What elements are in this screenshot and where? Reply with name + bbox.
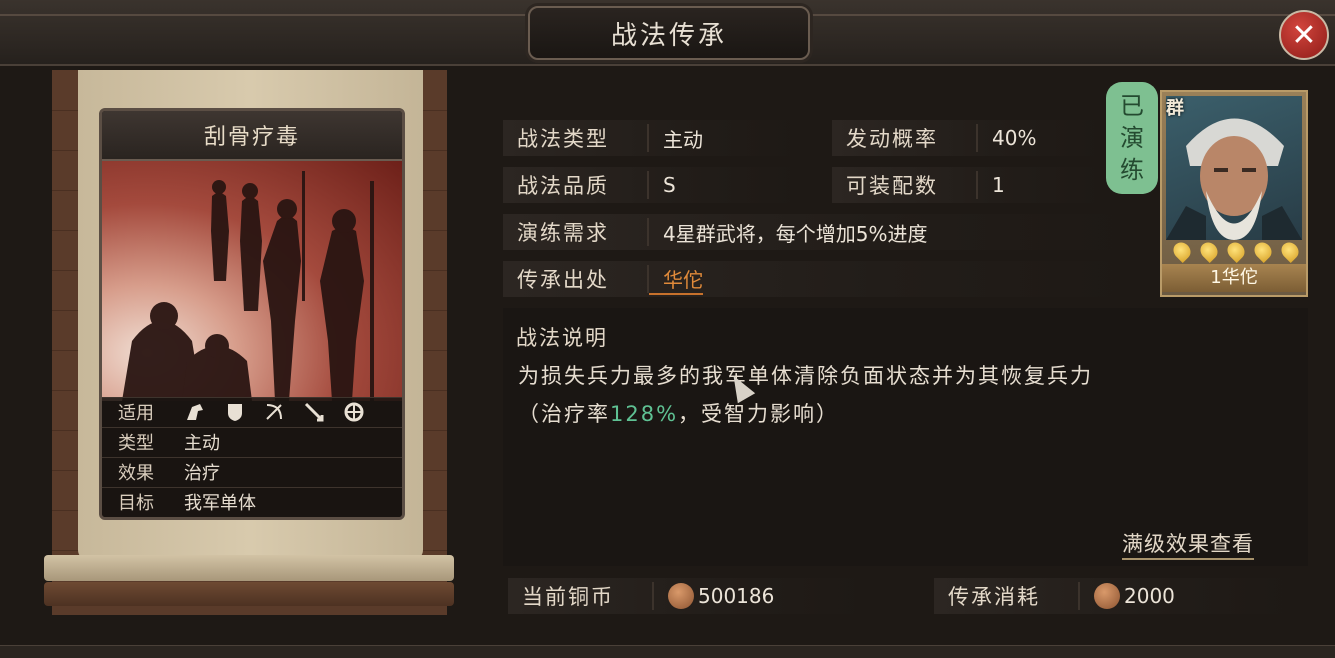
field-trigger-chance: 发动概率 40%: [832, 120, 1102, 156]
faction-badge: 群: [1166, 98, 1184, 119]
field-value: 主动: [663, 127, 703, 152]
bottom-bar: [0, 645, 1335, 658]
description-text-segment: （治疗率: [518, 402, 610, 426]
info-value: 治疗: [184, 463, 220, 484]
spear-icon: [305, 402, 324, 422]
inherit-cost-value: 2000: [1124, 584, 1175, 608]
description-line: 为损失兵力最多的我军单体清除负面状态并为其恢复兵力: [518, 364, 1093, 388]
description-text: 为损失兵力最多的我军单体清除负面状态并为其恢复兵力 （治疗率128%，受智力影响…: [518, 357, 1278, 433]
scroll-rod: [44, 582, 454, 606]
field-skill-type: 战法类型 主动: [503, 120, 798, 156]
field-value: 40%: [992, 126, 1037, 150]
field-label: 战法类型: [517, 127, 609, 151]
field-inherit-source: 传承出处 华佗: [503, 261, 1128, 297]
info-row-type: 类型 主动: [102, 427, 402, 456]
skill-card: 刮骨疗毒 适用 类型 主动 效果 治疗 目标 我军单体: [99, 108, 405, 520]
hero-name: 1华佗: [1162, 264, 1306, 292]
field-label: 传承出处: [517, 268, 609, 292]
card-info-table: 适用 类型 主动 效果 治疗 目标 我军单体: [102, 397, 402, 517]
info-key: 效果: [118, 463, 154, 484]
info-row-target: 目标 我军单体: [102, 487, 402, 516]
hero-face-image: [1166, 118, 1302, 240]
info-key: 类型: [118, 433, 154, 454]
skill-name: 刮骨疗毒: [203, 125, 300, 150]
scroll-bottom-edge: [44, 555, 454, 581]
star-icon: [1196, 238, 1222, 264]
copper-coin-icon: [1094, 583, 1120, 609]
field-skill-quality: 战法品质 S: [503, 167, 798, 203]
stamp-char: 演: [1120, 124, 1144, 152]
field-label: 传承消耗: [948, 585, 1040, 609]
info-value: 我军单体: [184, 493, 256, 514]
inherit-cost-field: 传承消耗 2000: [934, 578, 1291, 614]
heal-rate-value: 128%: [610, 402, 679, 426]
star-icon: [1169, 238, 1195, 264]
description-title: 战法说明: [516, 326, 608, 350]
copper-coin-icon: [668, 583, 694, 609]
field-label: 战法品质: [517, 174, 609, 198]
star-icon: [1223, 238, 1249, 264]
star-icon: [1277, 238, 1303, 264]
soldiers-silhouette-image: [122, 171, 374, 401]
field-value: S: [663, 173, 676, 197]
field-divider: [1078, 582, 1080, 610]
window-title: 战法传承: [610, 20, 727, 51]
field-equip-count: 可装配数 1: [832, 167, 1102, 203]
info-key: 目标: [118, 493, 154, 514]
hero-portrait-card[interactable]: 群 1华佗: [1160, 90, 1308, 297]
stamp-char: 练: [1120, 156, 1144, 184]
field-label: 发动概率: [846, 127, 938, 151]
stamp-char: 已: [1120, 92, 1144, 120]
field-label: 可装配数: [846, 174, 938, 198]
info-key: 适用: [118, 403, 154, 424]
field-divider: [652, 582, 654, 610]
info-row-applicable: 适用: [102, 397, 402, 426]
practiced-stamp: 已 演 练: [1106, 82, 1158, 194]
description-text-segment: ，受智力影响）: [678, 402, 840, 426]
current-coins-field: 当前铜币 500186: [508, 578, 865, 614]
field-practice-requirement: 演练需求 4星群武将，每个增加5%进度: [503, 214, 1128, 250]
cavalry-icon: [187, 404, 203, 420]
current-coins-value: 500186: [698, 584, 775, 608]
close-icon: ✕: [1291, 17, 1317, 53]
field-label: 演练需求: [517, 221, 609, 245]
info-row-effect: 效果 治疗: [102, 457, 402, 486]
description-line: （治疗率128%，受智力影响）: [518, 395, 1278, 433]
bow-icon: [266, 404, 283, 420]
info-value: 主动: [184, 433, 220, 454]
field-value: 1: [992, 173, 1005, 197]
hero-portrait-image: [1166, 96, 1302, 240]
close-button[interactable]: ✕: [1279, 10, 1329, 60]
field-value: 4星群武将，每个增加5%进度: [663, 221, 928, 246]
title-plate: 战法传承: [528, 6, 810, 60]
source-hero-link[interactable]: 华佗: [649, 264, 703, 295]
shield-icon: [227, 404, 242, 421]
skill-artwork: [102, 161, 402, 401]
troop-icons: [170, 401, 377, 423]
siege-icon: [344, 402, 364, 422]
star-icon: [1250, 238, 1276, 264]
field-label: 当前铜币: [522, 585, 614, 609]
hero-stars: [1169, 238, 1303, 264]
max-level-effect-link[interactable]: 满级效果查看: [1122, 528, 1254, 560]
card-title-bar: 刮骨疗毒: [102, 111, 402, 161]
